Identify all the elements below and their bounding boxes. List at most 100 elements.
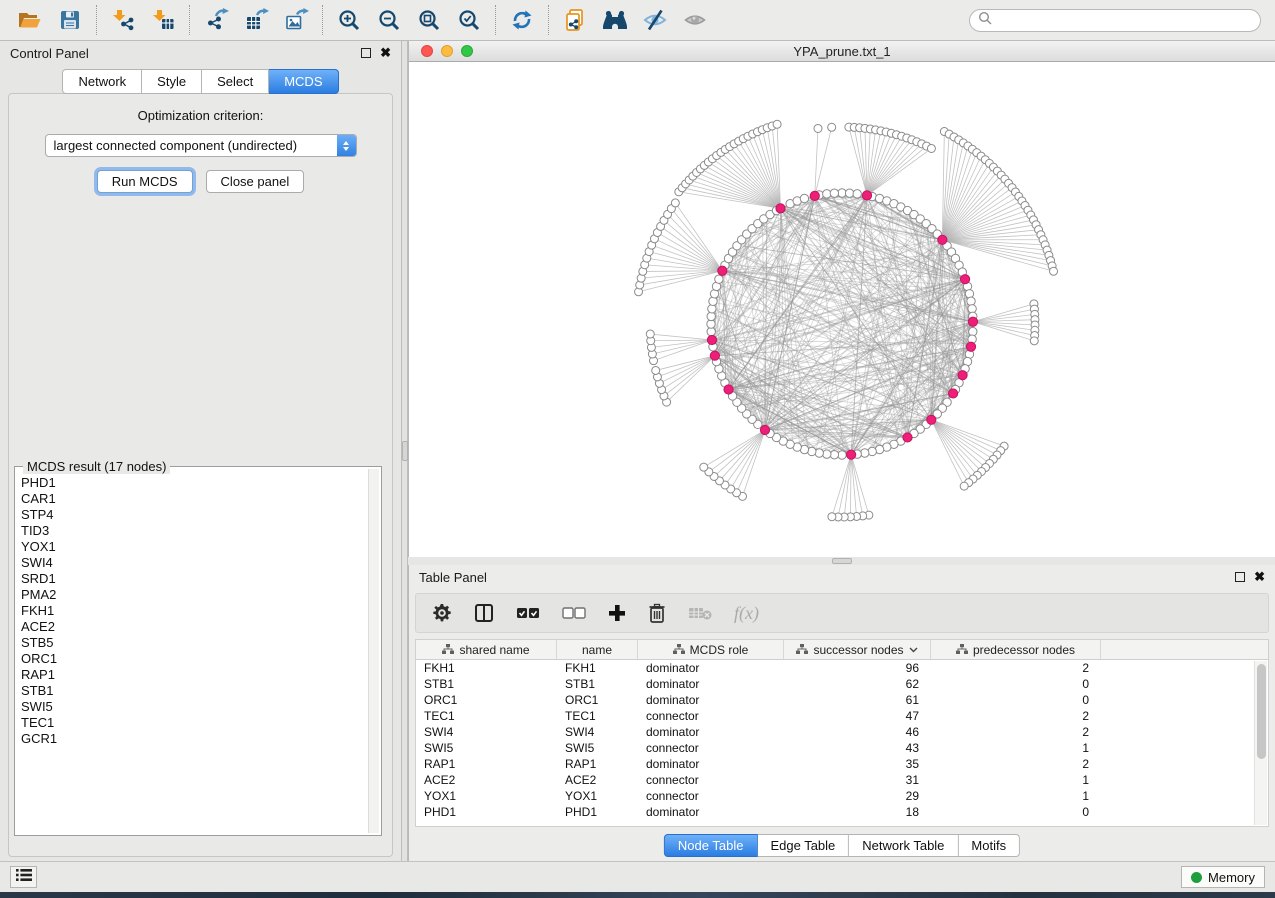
close-panel-icon[interactable]: ✖ xyxy=(1254,572,1265,582)
table-row[interactable]: YOX1YOX1connector291 xyxy=(416,788,1268,804)
mcds-hub-node[interactable] xyxy=(810,191,819,200)
network-node[interactable] xyxy=(709,297,717,305)
column-header-name[interactable]: name xyxy=(557,640,638,659)
deselect-all-icon[interactable] xyxy=(562,606,586,620)
mcds-result-item[interactable]: YOX1 xyxy=(21,539,367,555)
zoom-out-button[interactable] xyxy=(369,3,409,37)
tab-select[interactable]: Select xyxy=(202,69,269,94)
network-node[interactable] xyxy=(646,330,654,338)
zoom-fit-button[interactable] xyxy=(409,3,449,37)
network-node[interactable] xyxy=(861,449,869,457)
table-row[interactable]: SWI4SWI4dominator462 xyxy=(416,724,1268,740)
table-row[interactable]: ORC1ORC1dominator610 xyxy=(416,692,1268,708)
mcds-hub-node[interactable] xyxy=(938,235,947,244)
mcds-hub-node[interactable] xyxy=(966,342,975,351)
network-node[interactable] xyxy=(927,144,935,152)
import-table-button[interactable] xyxy=(143,3,183,37)
criterion-dropdown[interactable]: largest connected component (undirected) xyxy=(45,134,357,157)
float-panel-icon[interactable] xyxy=(1235,572,1245,582)
network-node[interactable] xyxy=(823,450,831,458)
table-row[interactable]: ACE2ACE2connector311 xyxy=(416,772,1268,788)
network-node[interactable] xyxy=(965,290,973,298)
column-header-predecessor-nodes[interactable]: predecessor nodes xyxy=(931,640,1101,659)
network-node[interactable] xyxy=(828,123,836,131)
table-scrollbar-thumb[interactable] xyxy=(1257,664,1266,759)
network-node[interactable] xyxy=(773,120,781,128)
save-session-button[interactable] xyxy=(50,3,90,37)
find-button[interactable] xyxy=(595,3,635,37)
import-network-button[interactable] xyxy=(103,3,143,37)
mcds-result-item[interactable]: SWI4 xyxy=(21,555,367,571)
show-columns-icon[interactable] xyxy=(474,603,494,623)
mcds-result-item[interactable]: ORC1 xyxy=(21,651,367,667)
network-node[interactable] xyxy=(1050,267,1058,275)
horizontal-splitter[interactable] xyxy=(408,557,1275,565)
birdseye-view-button[interactable] xyxy=(675,3,715,37)
show-hide-graphics-button[interactable] xyxy=(635,3,675,37)
zoom-in-button[interactable] xyxy=(329,3,369,37)
mcds-result-list[interactable]: PHD1CAR1STP4TID3YOX1SWI4SRD1PMA2FKH1ACE2… xyxy=(21,475,367,833)
table-body[interactable]: FKH1FKH1dominator962STB1STB1dominator620… xyxy=(416,660,1268,820)
mcds-result-item[interactable]: PMA2 xyxy=(21,587,367,603)
mcds-hub-node[interactable] xyxy=(718,266,727,275)
column-header-successor-nodes[interactable]: successor nodes xyxy=(784,640,931,659)
vertical-splitter[interactable] xyxy=(401,41,408,861)
mcds-hub-node[interactable] xyxy=(958,371,967,380)
mcds-hub-node[interactable] xyxy=(760,425,769,434)
tab-edge-table[interactable]: Edge Table xyxy=(757,834,849,857)
mcds-hub-node[interactable] xyxy=(847,450,856,459)
table-row[interactable]: SWI5SWI5connector431 xyxy=(416,740,1268,756)
network-node[interactable] xyxy=(853,190,861,198)
zoom-selected-button[interactable] xyxy=(449,3,489,37)
column-header-shared-name[interactable]: shared name xyxy=(416,640,557,659)
mcds-result-item[interactable]: STB1 xyxy=(21,683,367,699)
network-node[interactable] xyxy=(815,449,823,457)
splitter-grip[interactable] xyxy=(402,441,408,461)
delete-column-trash-icon[interactable] xyxy=(648,603,666,623)
mcds-hub-node[interactable] xyxy=(862,191,871,200)
table-row[interactable]: RAP1RAP1dominator352 xyxy=(416,756,1268,772)
export-table-button[interactable] xyxy=(236,3,276,37)
table-scrollbar[interactable] xyxy=(1254,661,1267,825)
float-panel-icon[interactable] xyxy=(361,48,371,58)
network-node[interactable] xyxy=(1030,337,1038,345)
tab-network-table[interactable]: Network Table xyxy=(849,834,958,857)
network-node[interactable] xyxy=(652,366,660,374)
mcds-result-item[interactable]: GCR1 xyxy=(21,731,367,747)
select-all-icon[interactable] xyxy=(516,606,540,620)
mcds-result-item[interactable]: TID3 xyxy=(21,523,367,539)
tab-node-table[interactable]: Node Table xyxy=(664,834,758,857)
mcds-result-item[interactable]: CAR1 xyxy=(21,491,367,507)
mcds-hub-node[interactable] xyxy=(710,351,719,360)
network-node[interactable] xyxy=(967,297,975,305)
close-panel-icon[interactable]: ✖ xyxy=(380,48,391,58)
mcds-result-item[interactable]: RAP1 xyxy=(21,667,367,683)
mcds-hub-node[interactable] xyxy=(707,335,716,344)
open-session-button[interactable] xyxy=(10,3,50,37)
mcds-result-item[interactable]: STB5 xyxy=(21,635,367,651)
show-panels-button[interactable] xyxy=(10,866,37,888)
add-column-icon[interactable] xyxy=(608,604,626,622)
memory-button[interactable]: Memory xyxy=(1181,866,1265,888)
tab-motifs[interactable]: Motifs xyxy=(958,834,1020,857)
tab-style[interactable]: Style xyxy=(142,69,202,94)
mcds-hub-node[interactable] xyxy=(948,389,957,398)
mcds-result-item[interactable]: STP4 xyxy=(21,507,367,523)
table-row[interactable]: TEC1TEC1connector472 xyxy=(416,708,1268,724)
close-panel-button[interactable]: Close panel xyxy=(206,170,305,193)
network-node[interactable] xyxy=(960,482,968,490)
apply-layout-button[interactable] xyxy=(502,3,542,37)
new-network-from-selection-button[interactable] xyxy=(555,3,595,37)
table-settings-gear-icon[interactable] xyxy=(432,603,452,623)
mcds-result-item[interactable]: SRD1 xyxy=(21,571,367,587)
network-node[interactable] xyxy=(671,199,679,207)
mcds-result-item[interactable]: PHD1 xyxy=(21,475,367,491)
splitter-grip[interactable] xyxy=(832,558,852,564)
network-node[interactable] xyxy=(868,447,876,455)
mcds-hub-node[interactable] xyxy=(903,433,912,442)
mcds-hub-node[interactable] xyxy=(776,204,785,213)
mcds-result-item[interactable]: SWI5 xyxy=(21,699,367,715)
mcds-result-item[interactable]: ACE2 xyxy=(21,619,367,635)
mcds-result-item[interactable]: TEC1 xyxy=(21,715,367,731)
network-node[interactable] xyxy=(830,189,838,197)
